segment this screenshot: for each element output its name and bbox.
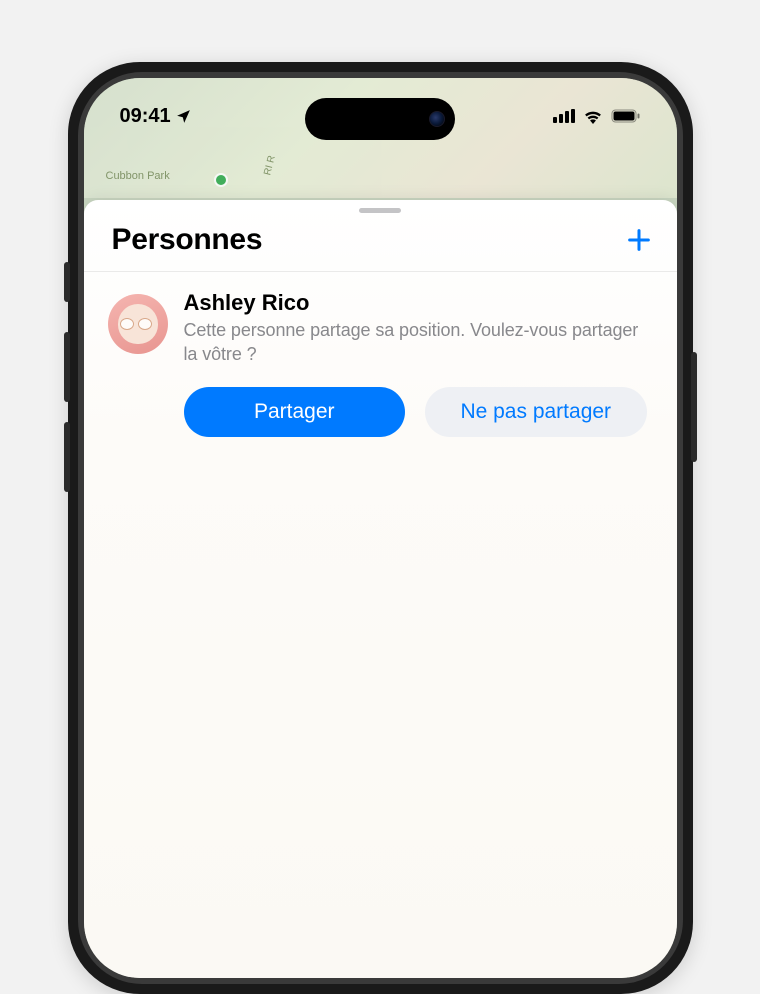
sheet-header: Personnes xyxy=(84,219,677,272)
dynamic-island xyxy=(305,98,455,140)
sheet-title: Personnes xyxy=(112,223,263,257)
side-button-silence xyxy=(64,262,70,302)
person-row[interactable]: Ashley Rico Cette personne partage sa po… xyxy=(84,272,677,367)
map-poi-dot xyxy=(214,173,228,187)
sheet-grabber[interactable] xyxy=(359,208,401,213)
status-left: 09:41 xyxy=(120,105,192,128)
phone-inner-border: Cubbon Park RI R 09:41 xyxy=(78,72,683,984)
share-button[interactable]: Partager xyxy=(184,387,406,437)
phone-frame: Cubbon Park RI R 09:41 xyxy=(68,62,693,994)
battery-icon xyxy=(611,109,641,123)
person-content: Ashley Rico Cette personne partage sa po… xyxy=(184,290,655,367)
avatar xyxy=(108,294,168,354)
action-buttons: Partager Ne pas parta­ger xyxy=(84,367,677,457)
camera-lens xyxy=(429,111,445,127)
screen: Cubbon Park RI R 09:41 xyxy=(84,78,677,978)
person-name: Ashley Rico xyxy=(184,290,655,316)
dont-share-button[interactable]: Ne pas parta­ger xyxy=(425,387,647,437)
plus-icon xyxy=(625,226,653,254)
people-sheet[interactable]: Personnes Ashley Rico Cette personn xyxy=(84,200,677,978)
side-button-power xyxy=(691,352,697,462)
person-subtitle: Cette personne partage sa position. Voul… xyxy=(184,318,655,367)
map-label-road: RI R xyxy=(262,154,278,176)
wifi-icon xyxy=(583,109,603,124)
status-right xyxy=(553,109,641,124)
side-button-volume-up xyxy=(64,332,70,402)
side-button-volume-down xyxy=(64,422,70,492)
location-arrow-icon xyxy=(175,108,192,125)
map-label-park: Cubbon Park xyxy=(106,170,170,182)
cellular-signal-icon xyxy=(553,109,575,123)
status-time: 09:41 xyxy=(120,105,171,128)
add-person-button[interactable] xyxy=(623,224,655,256)
